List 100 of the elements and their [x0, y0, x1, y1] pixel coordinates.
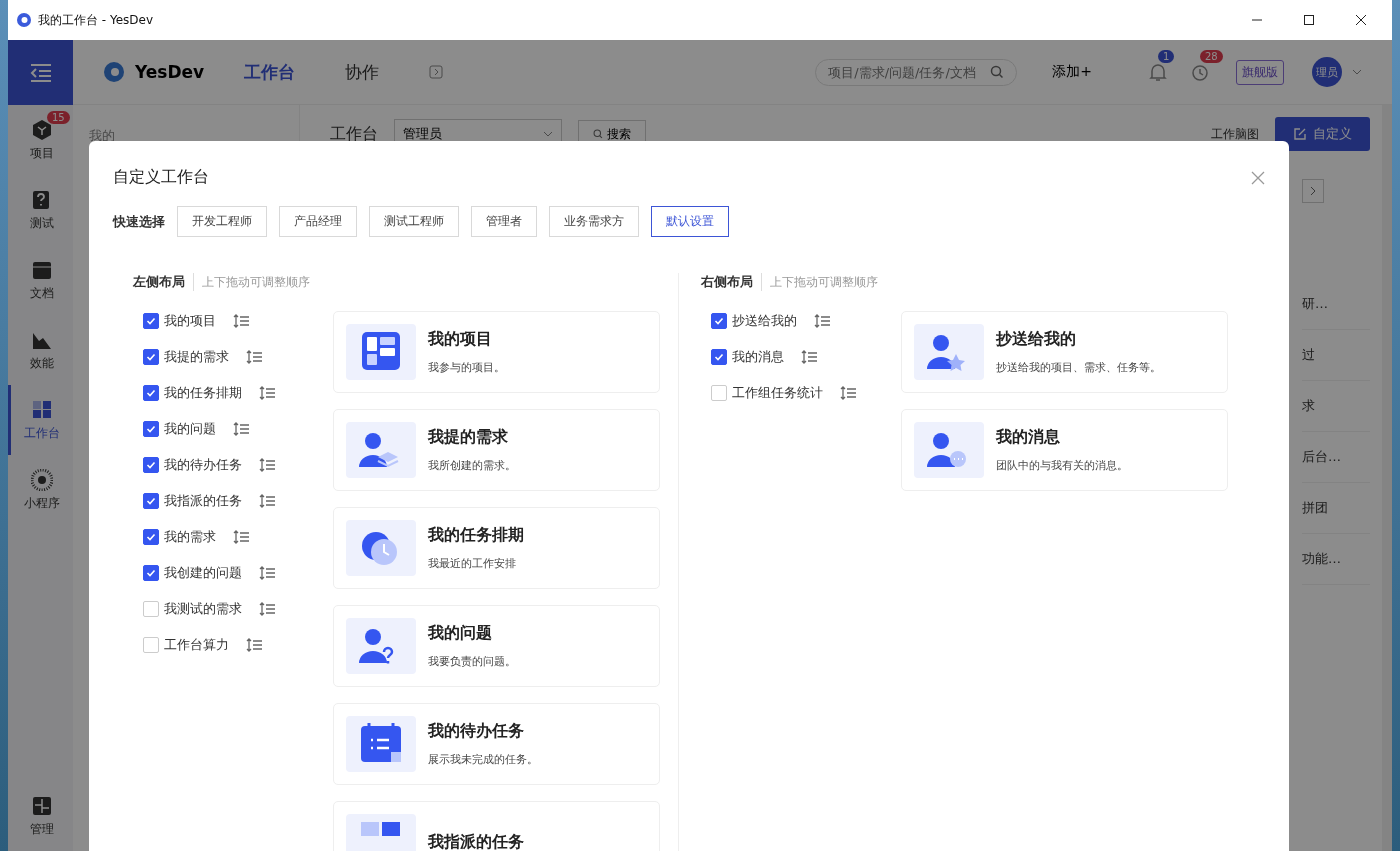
card-title: 我的任务排期: [428, 525, 524, 546]
widget-card[interactable]: 我的任务排期 我最近的工作安排: [333, 507, 660, 589]
edition-tag: 旗舰版: [1236, 59, 1284, 85]
widget-card[interactable]: 我的待办任务 展示我未完成的任务。: [333, 703, 660, 785]
check-icon: [146, 568, 156, 578]
card-title: 我的待办任务: [428, 721, 525, 742]
widget-card[interactable]: 我的项目 我参与的项目。: [333, 311, 660, 393]
drag-handle-icon[interactable]: [259, 494, 276, 508]
card-title: 我指派的任务: [428, 831, 524, 851]
header-tab[interactable]: 协作: [345, 60, 380, 84]
user-layers-icon: [346, 422, 416, 478]
checkbox[interactable]: [143, 421, 159, 437]
section-hint: 上下拖动可调整顺序: [770, 273, 878, 291]
check-icon: [146, 424, 156, 434]
check-icon: [146, 316, 156, 326]
user-question-icon: [346, 618, 416, 674]
drag-handle-icon[interactable]: [246, 350, 263, 364]
nav-label: 测试: [30, 214, 54, 232]
chevron-right-icon: [1310, 186, 1316, 196]
nav-item[interactable]: 15 项目: [8, 105, 73, 175]
preset-button[interactable]: 测试工程师: [369, 206, 459, 237]
notification-badge: 1: [1158, 50, 1175, 63]
drag-handle-icon[interactable]: [840, 386, 857, 400]
nav-item[interactable]: 文档: [8, 245, 73, 315]
scrollbar[interactable]: [1382, 105, 1392, 851]
nav-item[interactable]: 管理: [8, 781, 73, 851]
checkbox[interactable]: [143, 385, 159, 401]
drag-handle-icon[interactable]: [246, 638, 263, 652]
preset-button[interactable]: 开发工程师: [177, 206, 267, 237]
nav-item[interactable]: 测试: [8, 175, 73, 245]
chevron-down-icon[interactable]: [1352, 67, 1362, 77]
card-description: 我参与的项目。: [428, 360, 505, 375]
preset-button[interactable]: 默认设置: [651, 206, 729, 237]
expand-icon[interactable]: [429, 65, 444, 79]
bell-icon[interactable]: [1148, 62, 1168, 82]
quick-select-label: 快速选择: [113, 212, 165, 231]
widget-card[interactable]: 我的消息 团队中的与我有关的消息。: [901, 409, 1228, 491]
drag-handle-icon[interactable]: [259, 566, 276, 580]
checkbox[interactable]: [143, 529, 159, 545]
check-icon: [714, 352, 724, 362]
nav-item[interactable]: 工作台: [8, 385, 73, 455]
drag-handle-icon[interactable]: [233, 422, 250, 436]
nav-label: 文档: [30, 284, 54, 302]
avatar[interactable]: 理员: [1312, 57, 1342, 87]
nav-icon: [31, 118, 53, 141]
checkbox[interactable]: [143, 493, 159, 509]
search-icon: [990, 65, 1005, 79]
list-item-text: 后台…: [1302, 448, 1341, 466]
drag-handle-icon[interactable]: [814, 314, 831, 328]
preset-button[interactable]: 产品经理: [279, 206, 357, 237]
nav-item[interactable]: 小程序: [8, 455, 73, 525]
checkbox[interactable]: [143, 349, 159, 365]
checkbox[interactable]: [143, 565, 159, 581]
checkbox-label: 工作组任务统计: [732, 384, 823, 402]
widget-card[interactable]: 我提的需求 我所创建的需求。: [333, 409, 660, 491]
drag-handle-icon[interactable]: [259, 458, 276, 472]
check-icon: [146, 460, 156, 470]
maximize-icon[interactable]: [1303, 14, 1315, 26]
card-description: 展示我未完成的任务。: [428, 752, 538, 767]
dashboard-icon: [346, 324, 416, 380]
widget-card[interactable]: 抄送给我的 抄送给我的项目、需求、任务等。: [901, 311, 1228, 393]
preset-button[interactable]: 管理者: [471, 206, 537, 237]
customize-button[interactable]: 自定义: [1275, 117, 1370, 151]
menu-toggle-button[interactable]: [8, 40, 73, 105]
check-icon: [146, 388, 156, 398]
checkbox-label: 我指派的任务: [164, 492, 242, 510]
mindmap-link[interactable]: 工作脑图: [1211, 125, 1259, 143]
card-description: 我最近的工作安排: [428, 556, 517, 571]
nav-label: 小程序: [24, 494, 60, 512]
alarm-clock-icon[interactable]: [1190, 62, 1210, 82]
nav-label: 工作台: [24, 424, 60, 442]
list-item-text: 求: [1302, 397, 1315, 415]
checkbox[interactable]: [711, 349, 727, 365]
checkbox-label: 我的待办任务: [164, 456, 242, 474]
card-description: 我要负责的问题。: [428, 654, 516, 669]
drag-handle-icon[interactable]: [259, 602, 276, 616]
nav-item[interactable]: 效能: [8, 315, 73, 385]
page-title: 工作台: [330, 123, 378, 145]
drag-handle-icon[interactable]: [233, 314, 250, 328]
checkbox[interactable]: [711, 313, 727, 329]
widget-card[interactable]: 我的问题 我要负责的问题。: [333, 605, 660, 687]
drag-handle-icon[interactable]: [801, 350, 818, 364]
window-title: 我的工作台 - YesDev: [38, 11, 154, 29]
drag-handle-icon[interactable]: [259, 386, 276, 400]
check-icon: [146, 532, 156, 542]
preset-button[interactable]: 业务需求方: [549, 206, 639, 237]
checkbox[interactable]: [143, 457, 159, 473]
list-item-text: 功能…: [1302, 550, 1341, 568]
list-item-text: 拼团: [1302, 499, 1328, 517]
checkbox-label: 我测试的需求: [164, 600, 242, 618]
drag-handle-icon[interactable]: [233, 530, 250, 544]
checkbox-label: 抄送给我的: [732, 312, 797, 330]
header-tab[interactable]: 工作台: [244, 60, 296, 84]
add-menu[interactable]: 添加+: [1052, 63, 1092, 81]
widget-card[interactable]: 我指派的任务: [333, 801, 660, 851]
checkbox[interactable]: [143, 313, 159, 329]
clock-icon: [346, 520, 416, 576]
chevron-down-icon: [543, 129, 553, 139]
checkbox-label: 我的消息: [732, 348, 784, 366]
close-icon[interactable]: [1355, 14, 1367, 26]
